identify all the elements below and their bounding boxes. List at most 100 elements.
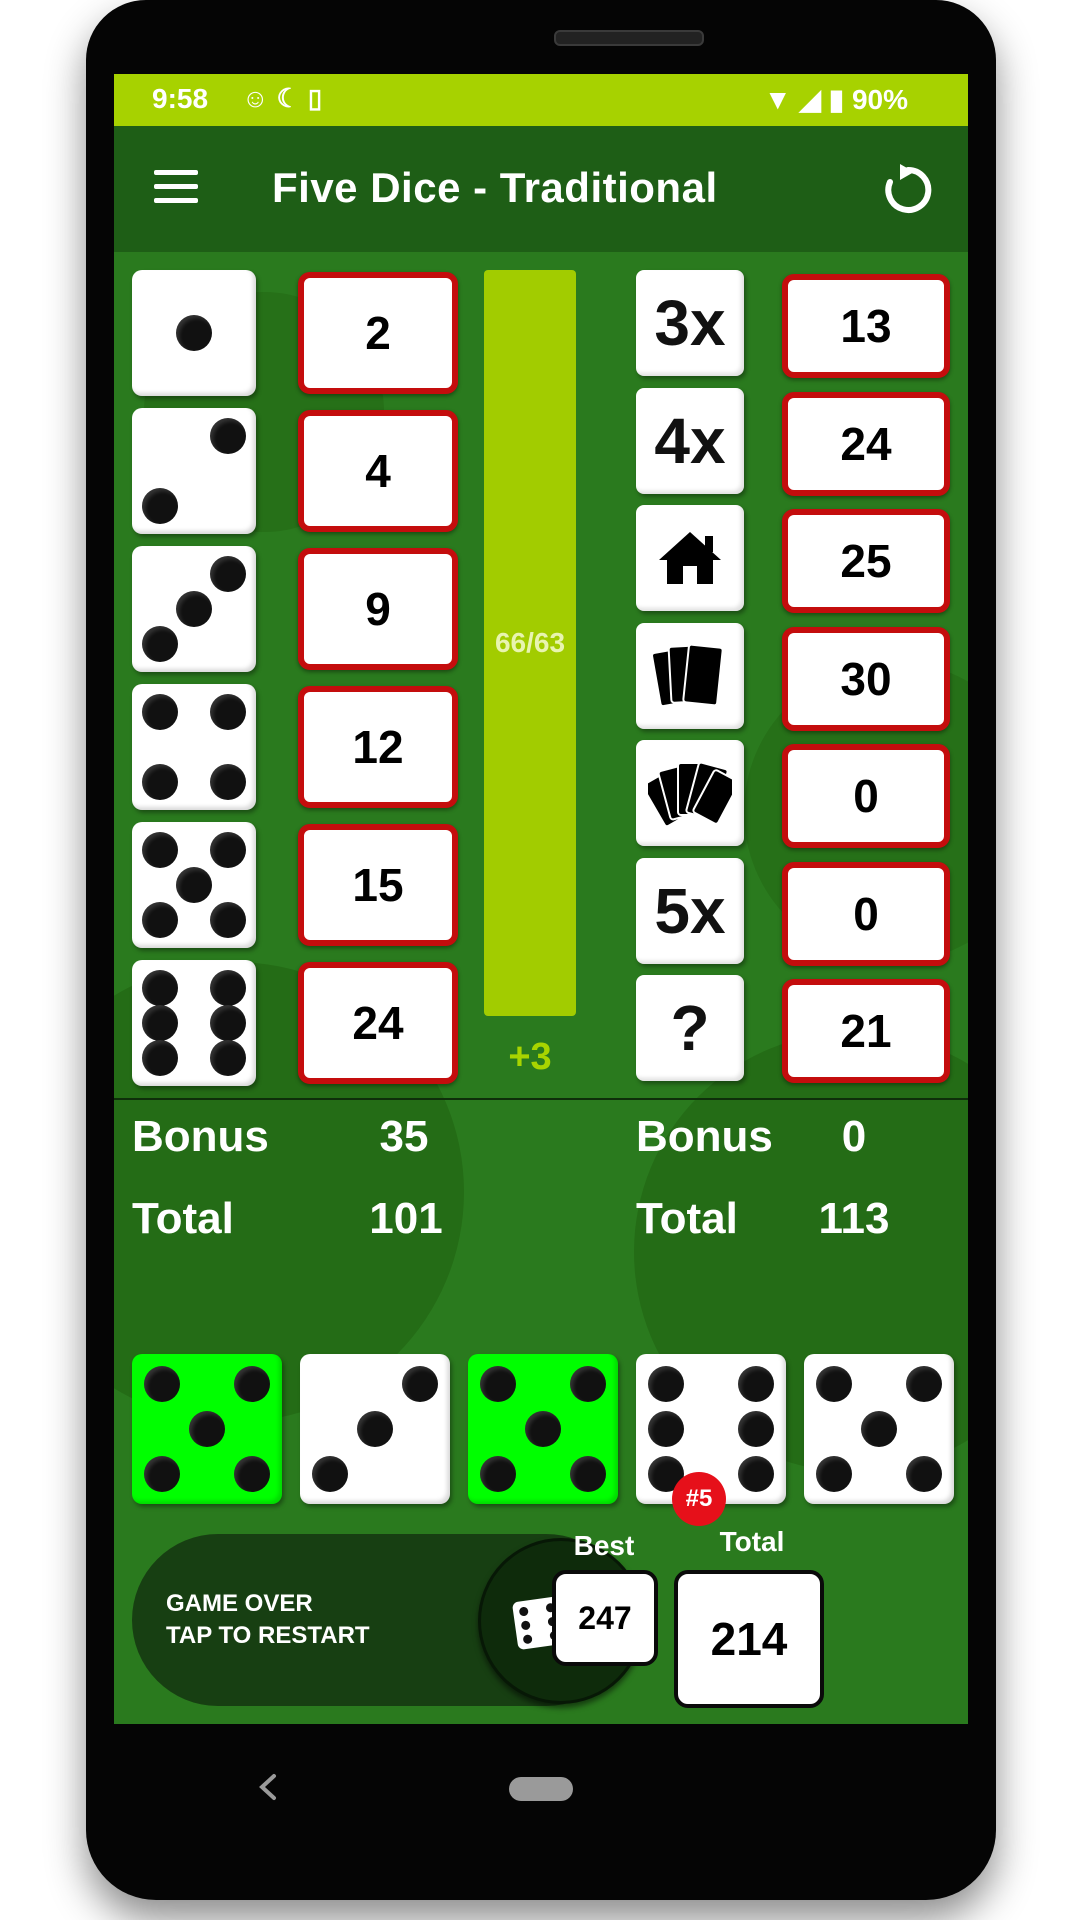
category-label: 5x	[636, 857, 744, 964]
cast-icon: ▯	[307, 83, 331, 113]
die-pip	[141, 902, 178, 939]
rolled-die[interactable]	[300, 1354, 450, 1504]
die-pip	[210, 764, 247, 801]
house-icon	[636, 505, 744, 611]
upper-bonus-progress: 66/63	[484, 270, 576, 1016]
die-pip	[210, 969, 247, 1006]
die-pip	[210, 1005, 247, 1041]
die-pip	[141, 764, 178, 801]
category-die-6[interactable]	[132, 960, 256, 1086]
wifi-icon: ▼	[763, 84, 792, 115]
die-pip	[210, 555, 247, 592]
die-pip	[141, 831, 178, 868]
die-pip	[480, 1366, 516, 1402]
die-pip	[141, 626, 178, 663]
category-die-4[interactable]	[132, 684, 256, 810]
die-pip	[738, 1366, 774, 1402]
lower-total-label: Total	[636, 1194, 738, 1243]
die-pip	[141, 488, 178, 525]
category-die-2[interactable]	[132, 408, 256, 534]
lower-score-cell[interactable]: 13	[782, 274, 950, 378]
die-pip	[861, 1411, 897, 1447]
die-pip	[816, 1456, 852, 1492]
upper-score-cell[interactable]: 12	[298, 686, 458, 808]
rank-badge: #5	[672, 1472, 726, 1526]
die-pip	[176, 315, 212, 351]
held-die[interactable]	[132, 1354, 282, 1504]
die-pip	[234, 1456, 270, 1492]
lower-score-cell[interactable]: 0	[782, 744, 950, 848]
restart-icon[interactable]	[880, 162, 936, 218]
die-pip	[480, 1456, 516, 1492]
die-pip	[738, 1411, 774, 1447]
die-pip	[141, 1005, 178, 1041]
grand-total-box: 214	[674, 1570, 824, 1708]
progress-label: 66/63	[494, 627, 566, 658]
best-score-value: 247	[578, 1599, 632, 1636]
game-status-line2: TAP TO RESTART	[166, 1622, 370, 1649]
grand-total-label: Total	[719, 1526, 785, 1557]
die-pip	[738, 1456, 774, 1492]
status-notification-icons: ☺☾▯	[242, 83, 330, 114]
die-pip	[176, 591, 212, 627]
upper-score-cell[interactable]: 4	[298, 410, 458, 532]
die-pip	[570, 1456, 606, 1492]
die-pip	[189, 1411, 225, 1447]
lower-score-cell[interactable]: 21	[782, 979, 950, 1083]
upper-score-cell[interactable]: 9	[298, 548, 458, 670]
best-label: Best	[573, 1530, 635, 1561]
die-pip	[906, 1366, 942, 1402]
upper-total-value: 101	[369, 1194, 443, 1243]
back-icon[interactable]	[254, 1772, 284, 1802]
die-pip	[357, 1411, 393, 1447]
upper-score-cell[interactable]: 24	[298, 962, 458, 1084]
die-pip	[210, 1040, 247, 1077]
die-pip	[570, 1366, 606, 1402]
upper-score-cell[interactable]: 15	[298, 824, 458, 946]
signal-icon: ◢	[799, 84, 821, 115]
held-die[interactable]	[468, 1354, 618, 1504]
five-cards-icon	[636, 740, 744, 846]
status-bar: 9:58 ☺☾▯ ▼ ◢ ▮ 90%	[114, 74, 968, 126]
home-button[interactable]	[509, 1777, 573, 1801]
category-label: 3x	[636, 270, 744, 376]
four-cards-icon	[636, 622, 744, 729]
navigation-bar	[114, 1724, 968, 1854]
earpiece-speaker	[554, 30, 704, 46]
die-pip	[525, 1411, 561, 1447]
die-pip	[906, 1456, 942, 1492]
android-head-icon: ☺	[242, 83, 277, 113]
moon-icon: ☾	[276, 83, 308, 113]
die-pip	[141, 969, 178, 1006]
battery-percent: 90%	[851, 84, 908, 115]
menu-icon[interactable]	[154, 170, 198, 206]
die-pip	[312, 1456, 348, 1492]
upper-bonus-value: 35	[379, 1112, 429, 1161]
lower-score-cell[interactable]: 0	[782, 861, 950, 966]
category-die-3[interactable]	[132, 546, 256, 672]
status-time: 9:58	[152, 83, 209, 114]
grand-total-value: 214	[710, 1613, 788, 1665]
die-pip	[210, 902, 247, 939]
upper-score-cell[interactable]: 2	[298, 272, 458, 394]
category-die-5[interactable]	[132, 822, 256, 948]
upper-bonus-label: Bonus	[132, 1112, 269, 1161]
die-pip	[144, 1456, 180, 1492]
die-pip	[210, 693, 247, 730]
die-pip	[144, 1366, 180, 1402]
die-pip	[648, 1411, 684, 1447]
die-pip	[210, 417, 247, 454]
die-pip	[648, 1366, 684, 1402]
lower-total-value: 113	[818, 1194, 890, 1243]
lower-score-cell[interactable]: 24	[782, 391, 950, 496]
category-die-1[interactable]	[132, 270, 256, 396]
category-label: 4x	[636, 387, 744, 494]
die-pip	[176, 867, 212, 903]
lower-score-cell[interactable]: 30	[782, 626, 950, 731]
rolled-die[interactable]	[804, 1354, 954, 1504]
lower-score-cell[interactable]: 25	[782, 509, 950, 613]
die-pip	[234, 1366, 270, 1402]
category-label: ?	[636, 975, 744, 1081]
best-score-box: 247	[552, 1570, 658, 1666]
die-pip	[141, 693, 178, 730]
